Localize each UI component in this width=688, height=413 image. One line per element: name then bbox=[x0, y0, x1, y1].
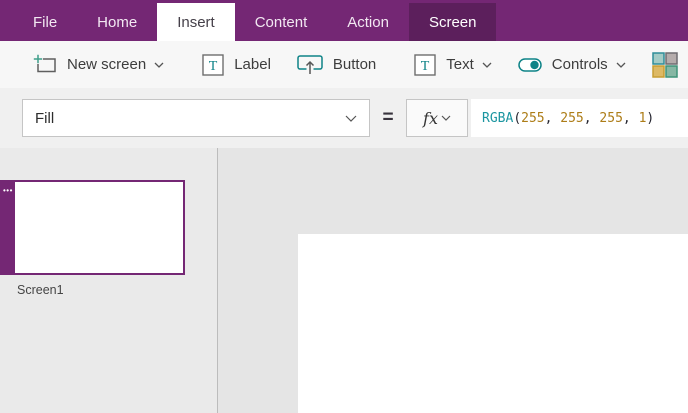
chevron-down-icon bbox=[441, 115, 451, 121]
screen-selected-strip: ••• bbox=[2, 182, 15, 273]
label-button[interactable]: T Label bbox=[189, 41, 284, 88]
text-button[interactable]: T Text bbox=[401, 41, 505, 88]
formula-bar: Fill = fx RGBA(255, 255, 255, 1) bbox=[0, 88, 688, 148]
formula-token-punct: ) bbox=[646, 110, 655, 126]
formula-token-number: 255 bbox=[521, 110, 545, 126]
tab-action[interactable]: Action bbox=[327, 3, 409, 41]
formula-token-number: 255 bbox=[560, 110, 584, 126]
formula-token-punct: , bbox=[622, 110, 639, 126]
equals-sign: = bbox=[382, 107, 394, 128]
tab-insert[interactable]: Insert bbox=[157, 3, 235, 41]
screen1-artboard[interactable] bbox=[298, 234, 688, 413]
content-area: ••• Screen1 bbox=[0, 148, 688, 413]
label-button-label: Label bbox=[234, 56, 271, 73]
formula-token-punct: , bbox=[583, 110, 600, 126]
ribbon-tab-bar: File Home Insert Content Action Screen bbox=[0, 0, 688, 41]
screen-thumbnail-screen1[interactable]: ••• bbox=[0, 180, 185, 275]
tab-content[interactable]: Content bbox=[235, 3, 328, 41]
controls-button[interactable]: Controls bbox=[505, 41, 639, 88]
text-button-label: Text bbox=[446, 56, 474, 73]
fx-icon: fx bbox=[423, 108, 438, 128]
controls-toggle-icon bbox=[518, 57, 542, 72]
screens-panel: ••• Screen1 bbox=[0, 148, 218, 413]
chevron-down-icon bbox=[154, 62, 164, 68]
gallery-icon bbox=[651, 51, 678, 78]
button-button-label: Button bbox=[332, 56, 377, 73]
chevron-down-icon bbox=[616, 62, 626, 68]
screen-name-label[interactable]: Screen1 bbox=[17, 283, 64, 297]
chevron-down-icon bbox=[482, 62, 492, 68]
formula-input[interactable]: RGBA(255, 255, 255, 1) bbox=[471, 99, 688, 137]
chevron-down-icon bbox=[345, 115, 357, 122]
screen-overflow-menu-icon[interactable]: ••• bbox=[3, 187, 13, 195]
label-icon: T bbox=[202, 53, 224, 76]
property-dropdown[interactable]: Fill bbox=[22, 99, 370, 137]
button-icon bbox=[297, 54, 323, 75]
controls-button-label: Controls bbox=[551, 56, 608, 73]
tab-home[interactable]: Home bbox=[77, 3, 157, 41]
insert-toolbar: New screen T Label Button T Text Control… bbox=[0, 41, 688, 88]
gallery-button[interactable]: Gallery bbox=[639, 41, 688, 88]
svg-text:T: T bbox=[421, 59, 430, 74]
fx-dropdown-button[interactable]: fx bbox=[406, 99, 468, 137]
new-screen-label: New screen bbox=[67, 56, 147, 73]
formula-token-punct: ( bbox=[513, 110, 522, 126]
formula-token-number: 255 bbox=[599, 110, 623, 126]
formula-token-function: RGBA bbox=[482, 110, 514, 126]
property-dropdown-value: Fill bbox=[35, 109, 55, 127]
new-screen-icon bbox=[33, 53, 57, 76]
button-button[interactable]: Button bbox=[284, 41, 389, 88]
formula-token-punct: , bbox=[544, 110, 561, 126]
canvas-workspace bbox=[218, 148, 688, 413]
tab-screen[interactable]: Screen bbox=[408, 3, 497, 41]
new-screen-button[interactable]: New screen bbox=[20, 41, 177, 88]
text-icon: T bbox=[414, 53, 436, 76]
svg-text:T: T bbox=[209, 59, 218, 74]
formula-token-number: 1 bbox=[638, 110, 647, 126]
tab-file[interactable]: File bbox=[13, 3, 77, 41]
